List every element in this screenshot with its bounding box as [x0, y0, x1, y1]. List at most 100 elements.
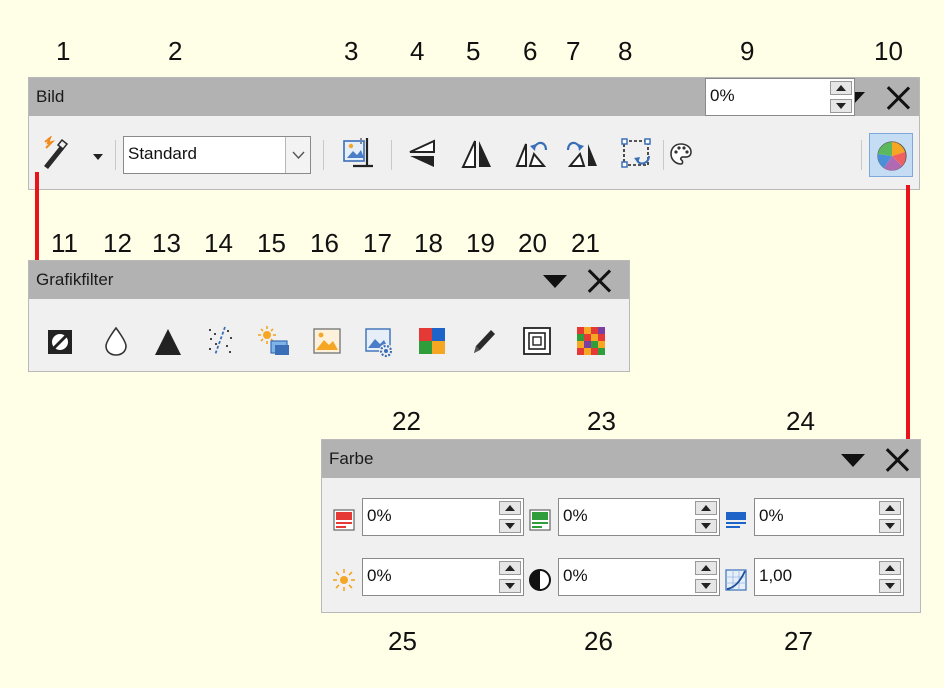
increment-button[interactable] — [695, 561, 717, 575]
color-wheel-icon — [877, 141, 907, 171]
transparency-value: 0% — [710, 86, 735, 105]
farbe-title: Farbe — [329, 449, 374, 468]
close-icon[interactable] — [884, 83, 912, 111]
callout-line — [906, 185, 910, 453]
gamma-spinbox[interactable]: 1,00 — [754, 558, 904, 596]
callout-1: 1 — [56, 36, 71, 66]
spin-buttons — [879, 561, 901, 593]
callout-22: 22 — [392, 406, 421, 436]
callout-17: 17 — [363, 228, 392, 258]
green-channel-icon — [529, 509, 551, 531]
grafikfilter-titlebar[interactable]: Grafikfilter — [29, 261, 629, 299]
spin-buttons — [695, 561, 717, 593]
decrement-button[interactable] — [695, 579, 717, 593]
chevron-down-icon — [292, 151, 305, 159]
farbe-titlebar[interactable]: Farbe — [322, 440, 920, 478]
gamma-curve-icon — [725, 569, 747, 591]
farbe-toolbar: Farbe 0% 0% 0% 0% 0% 1,00 — [321, 439, 921, 613]
rotate-left-icon[interactable] — [514, 136, 550, 172]
callout-12: 12 — [103, 228, 132, 258]
blue-value: 0% — [759, 506, 784, 525]
callout-2: 2 — [168, 36, 183, 66]
rotate-icon[interactable] — [619, 136, 655, 172]
relief-icon[interactable] — [521, 325, 553, 357]
chevron-down-icon[interactable] — [93, 154, 103, 161]
graphic-mode-select[interactable]: Standard — [123, 136, 311, 174]
callout-6: 6 — [523, 36, 538, 66]
aging-icon[interactable] — [311, 325, 343, 357]
close-icon[interactable] — [883, 445, 911, 473]
contrast-value: 0% — [563, 566, 588, 585]
callout-18: 18 — [414, 228, 443, 258]
callout-9: 9 — [740, 36, 755, 66]
decrement-button[interactable] — [879, 579, 901, 593]
posterize-icon[interactable] — [363, 325, 397, 359]
callout-26: 26 — [584, 626, 613, 656]
brightness-value: 0% — [367, 566, 392, 585]
callout-13: 13 — [152, 228, 181, 258]
callout-24: 24 — [786, 406, 815, 436]
callout-20: 20 — [518, 228, 547, 258]
flip-horizontal-icon[interactable] — [459, 136, 495, 172]
bild-title: Bild — [36, 87, 65, 106]
smooth-drop-icon[interactable] — [101, 325, 131, 357]
invert-icon[interactable] — [45, 327, 75, 357]
callout-4: 4 — [410, 36, 425, 66]
spin-buttons — [830, 81, 852, 113]
green-spinbox[interactable]: 0% — [558, 498, 720, 536]
red-channel-icon — [333, 509, 355, 531]
callout-5: 5 — [466, 36, 481, 66]
decrement-button[interactable] — [695, 519, 717, 533]
callout-27: 27 — [784, 626, 813, 656]
contrast-icon — [529, 569, 551, 591]
separator — [663, 140, 664, 170]
spin-buttons — [499, 501, 521, 533]
callout-16: 16 — [310, 228, 339, 258]
callout-23: 23 — [587, 406, 616, 436]
separator — [323, 140, 324, 170]
color-toolbar-toggle-button[interactable] — [869, 133, 913, 177]
red-spinbox[interactable]: 0% — [362, 498, 524, 536]
crop-icon[interactable] — [339, 136, 375, 172]
rotate-right-icon[interactable] — [564, 136, 600, 172]
decrement-button[interactable] — [879, 519, 901, 533]
mosaic-icon[interactable] — [575, 325, 607, 357]
callout-21: 21 — [571, 228, 600, 258]
toolbar-menu-triangle-icon[interactable] — [841, 454, 865, 467]
callout-15: 15 — [257, 228, 286, 258]
callout-25: 25 — [388, 626, 417, 656]
red-value: 0% — [367, 506, 392, 525]
decrement-button[interactable] — [499, 519, 521, 533]
graphic-filter-wand-icon[interactable] — [39, 136, 75, 170]
close-icon[interactable] — [585, 266, 613, 294]
transparency-spinbox[interactable]: 0% — [705, 78, 855, 116]
increment-button[interactable] — [830, 81, 852, 95]
increment-button[interactable] — [879, 501, 901, 515]
pop-art-icon[interactable] — [416, 325, 448, 357]
sharpen-icon[interactable] — [153, 327, 183, 357]
grafikfilter-toolbar: Grafikfilter — [28, 260, 630, 372]
separator — [391, 140, 392, 170]
spin-buttons — [499, 561, 521, 593]
solarization-icon[interactable] — [257, 325, 291, 357]
spin-buttons — [879, 501, 901, 533]
spin-buttons — [695, 501, 717, 533]
callout-14: 14 — [204, 228, 233, 258]
remove-noise-icon[interactable] — [205, 325, 235, 357]
contrast-spinbox[interactable]: 0% — [558, 558, 720, 596]
toolbar-menu-triangle-icon[interactable] — [543, 275, 567, 288]
decrement-button[interactable] — [499, 579, 521, 593]
canvas: 1 2 3 4 5 6 7 8 9 10 Bild Standard 0% 11… — [0, 0, 944, 688]
flip-vertical-icon[interactable] — [404, 137, 440, 171]
brightness-spinbox[interactable]: 0% — [362, 558, 524, 596]
increment-button[interactable] — [499, 561, 521, 575]
brightness-sun-icon — [333, 569, 355, 591]
increment-button[interactable] — [879, 561, 901, 575]
increment-button[interactable] — [695, 501, 717, 515]
decrement-button[interactable] — [830, 99, 852, 113]
blue-spinbox[interactable]: 0% — [754, 498, 904, 536]
increment-button[interactable] — [499, 501, 521, 515]
charcoal-pencil-icon[interactable] — [469, 325, 499, 357]
graphic-mode-dropdown-button[interactable] — [285, 137, 310, 173]
blue-channel-icon — [726, 512, 746, 528]
